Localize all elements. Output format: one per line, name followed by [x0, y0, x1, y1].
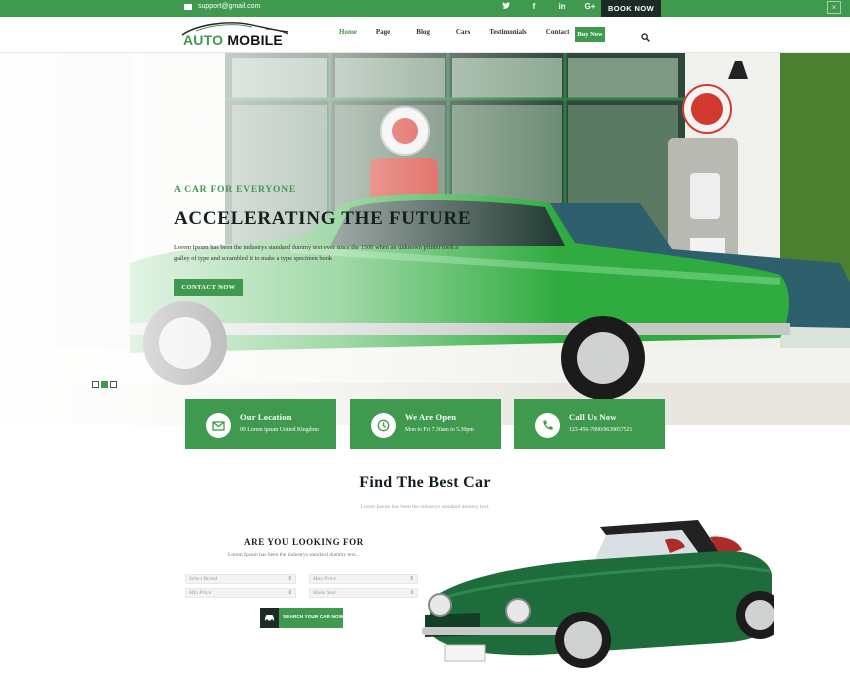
hero-tagline: A CAR FOR EVERYONE — [174, 185, 297, 195]
site-logo[interactable]: AUTO MOBILE — [178, 19, 293, 49]
info-card-location: Our Location 09 Lorem ipsum United Kingd… — [185, 399, 336, 449]
select-min-price[interactable]: Min Price ⇕ — [185, 588, 296, 598]
chevron-updown-icon: ⇕ — [409, 590, 414, 596]
clock-icon — [371, 413, 396, 438]
select-min-price-value: Min Price — [189, 590, 212, 596]
slider-dot[interactable] — [110, 381, 117, 388]
slider-dot[interactable] — [92, 381, 99, 388]
card-title: Call Us Now — [569, 412, 617, 422]
search-form-title: ARE YOU LOOKING FOR — [244, 537, 364, 547]
social-links: f in G+ — [492, 2, 604, 11]
slider-dot-active[interactable] — [101, 381, 108, 388]
mail-icon — [206, 413, 231, 438]
main-menu: Home Page Blog Cars Testimonials Contact — [330, 28, 570, 36]
chevron-updown-icon: ⇕ — [409, 576, 414, 582]
search-car-button-label: SEARCH YOUR CAR NOW — [283, 615, 344, 620]
select-make-year[interactable]: Make Year ⇕ — [309, 588, 418, 598]
section-title: Find The Best Car — [359, 474, 491, 491]
section-subtitle: Lorem Ipsum has been the industrys stand… — [360, 504, 490, 510]
hero-headline: ACCELERATING THE FUTURE — [174, 208, 472, 229]
linkedin-icon[interactable]: in — [548, 2, 576, 11]
facebook-icon[interactable]: f — [520, 2, 548, 11]
nav-page[interactable]: Page — [376, 28, 390, 36]
nav-blog[interactable]: Blog — [416, 28, 430, 36]
envelope-icon — [184, 3, 192, 10]
logo-word-mobile: MOBILE — [227, 32, 283, 48]
support-email[interactable]: support@gmail.com — [184, 3, 260, 10]
card-text: 123-456-7890/9639857521 — [569, 427, 633, 433]
buy-now-button[interactable]: Buy Now — [575, 27, 605, 42]
select-brand[interactable]: Select Brand ⇕ — [185, 574, 296, 584]
nav-testimonials[interactable]: Testimonials — [489, 28, 526, 36]
info-card-hours: We Are Open Mon to Fri 7.30am to 5.30pm — [350, 399, 501, 449]
top-bar: support@gmail.com f in G+ BOOK NOW × — [0, 0, 850, 23]
contact-now-button[interactable]: CONTACT NOW — [174, 279, 243, 296]
nav-contact[interactable]: Contact — [546, 28, 570, 36]
select-max-price-value: Max Price — [313, 576, 337, 582]
card-text: 09 Lorem ipsum United Kingdom — [240, 427, 319, 433]
hero-description: Lorem Ipsum has been the industrys stand… — [174, 244, 458, 262]
select-make-year-value: Make Year — [313, 590, 337, 596]
nav-home[interactable]: Home — [339, 28, 357, 36]
twitter-icon[interactable] — [492, 2, 520, 11]
support-email-text: support@gmail.com — [198, 3, 261, 10]
card-text: Mon to Fri 7.30am to 5.30pm — [405, 427, 474, 433]
search-icon[interactable] — [641, 29, 650, 42]
logo-text: AUTO MOBILE — [183, 32, 283, 48]
select-max-price[interactable]: Max Price ⇕ — [309, 574, 418, 584]
search-form-subtitle: Lorem Ipsum has been the industrys stand… — [228, 552, 360, 558]
vintage-car-image — [422, 520, 774, 668]
close-button[interactable]: × — [827, 1, 841, 14]
card-title: Our Location — [240, 412, 292, 422]
phone-icon — [535, 413, 560, 438]
google-plus-icon[interactable]: G+ — [576, 2, 604, 11]
card-title: We Are Open — [405, 412, 457, 422]
search-car-button[interactable]: SEARCH YOUR CAR NOW — [260, 608, 343, 628]
car-icon — [260, 608, 279, 628]
logo-word-auto: AUTO — [183, 32, 224, 48]
info-card-phone: Call Us Now 123-456-7890/9639857521 — [514, 399, 665, 449]
hero-overlay — [0, 53, 850, 425]
hero-slider: A CAR FOR EVERYONE ACCELERATING THE FUTU… — [0, 53, 850, 425]
main-navbar: AUTO MOBILE Home Page Blog Cars Testimon… — [0, 17, 850, 53]
chevron-updown-icon: ⇕ — [287, 590, 292, 596]
select-brand-value: Select Brand — [189, 576, 218, 582]
chevron-updown-icon: ⇕ — [287, 576, 292, 582]
slider-dots — [92, 381, 117, 388]
nav-cars[interactable]: Cars — [456, 28, 470, 36]
